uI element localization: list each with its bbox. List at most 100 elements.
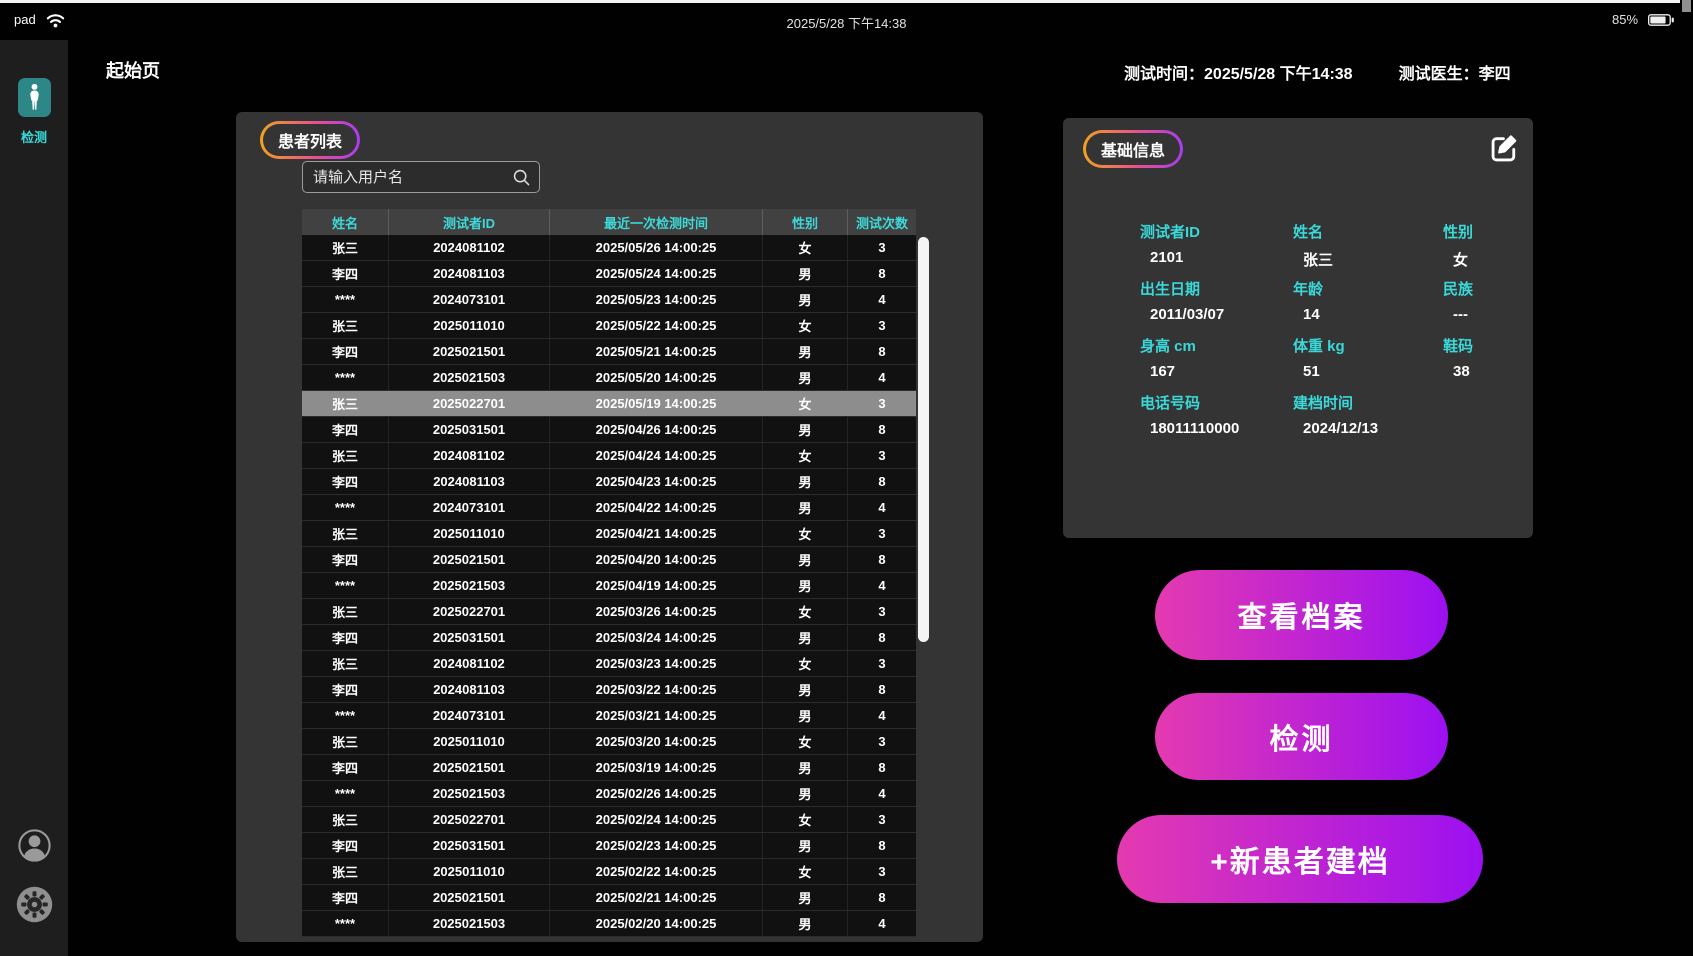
- detect-button[interactable]: 检测: [1155, 693, 1448, 780]
- patient-list-title: 患者列表: [263, 124, 357, 156]
- table-row[interactable]: 李四20250315012025/04/26 14:00:25男8: [302, 417, 916, 443]
- table-cell: 女: [763, 391, 848, 416]
- table-cell: 女: [763, 807, 848, 832]
- table-row[interactable]: 李四20240811032025/05/24 14:00:25男8: [302, 261, 916, 287]
- table-cell: ****: [302, 573, 389, 598]
- battery-percent: 85%: [1612, 12, 1638, 27]
- table-row[interactable]: 李四20250315012025/03/24 14:00:25男8: [302, 625, 916, 651]
- column-header[interactable]: 姓名: [302, 209, 389, 235]
- column-header[interactable]: 测试次数: [848, 209, 916, 235]
- table-cell: 2025011010: [389, 729, 550, 754]
- table-cell: 2025/05/26 14:00:25: [550, 235, 763, 260]
- table-row[interactable]: 张三20240811022025/04/24 14:00:25女3: [302, 443, 916, 469]
- table-cell: 张三: [302, 807, 389, 832]
- info-field: 体重 kg51: [1293, 335, 1443, 378]
- table-row[interactable]: 张三20250110102025/03/20 14:00:25女3: [302, 729, 916, 755]
- new-patient-button[interactable]: +新患者建档: [1117, 815, 1483, 903]
- table-row[interactable]: 张三20250110102025/04/21 14:00:25女3: [302, 521, 916, 547]
- table-row[interactable]: 李四20240811032025/03/22 14:00:25男8: [302, 677, 916, 703]
- table-row[interactable]: 张三20250110102025/02/22 14:00:25女3: [302, 859, 916, 885]
- table-cell: 2025/03/20 14:00:25: [550, 729, 763, 754]
- table-cell: 8: [848, 339, 916, 364]
- table-row[interactable]: 李四20250215012025/03/19 14:00:25男8: [302, 755, 916, 781]
- table-cell: 8: [848, 261, 916, 286]
- table-row[interactable]: 张三20250227012025/02/24 14:00:25女3: [302, 807, 916, 833]
- sidebar-item-detect[interactable]: 检测: [0, 78, 68, 146]
- table-cell: 2025/02/20 14:00:25: [550, 911, 763, 936]
- search-input[interactable]: [302, 161, 540, 193]
- table-cell: 3: [848, 599, 916, 624]
- table-row[interactable]: 李四20250215012025/04/20 14:00:25男8: [302, 547, 916, 573]
- table-cell: 2025031501: [389, 833, 550, 858]
- edit-profile-button[interactable]: [1487, 132, 1525, 163]
- table-cell: 2025021503: [389, 573, 550, 598]
- table-cell: 男: [763, 703, 848, 728]
- table-cell: 4: [848, 911, 916, 936]
- table-row[interactable]: 张三20250227012025/03/26 14:00:25女3: [302, 599, 916, 625]
- table-cell: 2025021501: [389, 755, 550, 780]
- table-cell: 8: [848, 833, 916, 858]
- table-cell: 男: [763, 885, 848, 910]
- info-field-label: 体重 kg: [1293, 335, 1443, 356]
- table-row[interactable]: ****20250215032025/05/20 14:00:25男4: [302, 365, 916, 391]
- table-row[interactable]: 李四20240811032025/04/23 14:00:25男8: [302, 469, 916, 495]
- table-row[interactable]: ****20240731012025/05/23 14:00:25男4: [302, 287, 916, 313]
- table-cell: 2024081103: [389, 677, 550, 702]
- table-cell: 2025/03/21 14:00:25: [550, 703, 763, 728]
- info-field-label: 建档时间: [1293, 392, 1443, 413]
- table-cell: 2025/04/19 14:00:25: [550, 573, 763, 598]
- column-header[interactable]: 最近一次检测时间: [550, 209, 763, 235]
- table-cell: 男: [763, 365, 848, 390]
- table-cell: 2025/03/23 14:00:25: [550, 651, 763, 676]
- table-cell: 男: [763, 495, 848, 520]
- table-row[interactable]: ****20250215032025/04/19 14:00:25男4: [302, 573, 916, 599]
- table-cell: 2025021503: [389, 781, 550, 806]
- table-cell: 8: [848, 417, 916, 442]
- info-field-value: 2101: [1140, 249, 1293, 266]
- table-row[interactable]: 张三20250110102025/05/22 14:00:25女3: [302, 313, 916, 339]
- view-archive-button[interactable]: 查看档案: [1155, 570, 1448, 660]
- table-cell: 2025031501: [389, 417, 550, 442]
- column-header[interactable]: 性别: [763, 209, 848, 235]
- table-cell: 2025/02/26 14:00:25: [550, 781, 763, 806]
- info-field: 民族---: [1443, 278, 1533, 321]
- info-field-value: 14: [1293, 306, 1443, 323]
- table-row[interactable]: 李四20250215012025/02/21 14:00:25男8: [302, 885, 916, 911]
- table-cell: 3: [848, 729, 916, 754]
- table-cell: 2025/03/22 14:00:25: [550, 677, 763, 702]
- table-cell: 2025/05/19 14:00:25: [550, 391, 763, 416]
- table-cell: 2025021503: [389, 365, 550, 390]
- table-cell: 8: [848, 755, 916, 780]
- test-time: 测试时间：2025/5/28 下午14:38: [1124, 60, 1353, 84]
- table-row[interactable]: ****20250215032025/02/26 14:00:25男4: [302, 781, 916, 807]
- table-cell: 3: [848, 807, 916, 832]
- table-row[interactable]: 张三20250227012025/05/19 14:00:25女3: [302, 391, 916, 417]
- table-cell: 2024081103: [389, 261, 550, 286]
- table-cell: 张三: [302, 599, 389, 624]
- table-row[interactable]: 张三20240811022025/05/26 14:00:25女3: [302, 235, 916, 261]
- table-cell: 2024081102: [389, 443, 550, 468]
- user-profile-button[interactable]: [17, 828, 52, 863]
- table-scrollbar[interactable]: [918, 237, 929, 642]
- table-cell: 3: [848, 313, 916, 338]
- table-row[interactable]: 李四20250315012025/02/23 14:00:25男8: [302, 833, 916, 859]
- table-cell: 李四: [302, 417, 389, 442]
- table-cell: 男: [763, 547, 848, 572]
- table-row[interactable]: ****20240731012025/04/22 14:00:25男4: [302, 495, 916, 521]
- column-header[interactable]: 测试者ID: [389, 209, 550, 235]
- info-field: 年龄14: [1293, 278, 1443, 321]
- table-row[interactable]: ****20250215032025/02/20 14:00:25男4: [302, 911, 916, 937]
- table-row[interactable]: 张三20240811022025/03/23 14:00:25女3: [302, 651, 916, 677]
- table-row[interactable]: ****20240731012025/03/21 14:00:25男4: [302, 703, 916, 729]
- table-cell: 2025022701: [389, 391, 550, 416]
- info-field-value: 2011/03/07: [1140, 306, 1293, 323]
- basic-info-title-pill: 基础信息: [1083, 130, 1183, 168]
- table-cell: 男: [763, 755, 848, 780]
- settings-gear-button[interactable]: [16, 886, 53, 923]
- window-top-edge: [0, 0, 1680, 3]
- table-row[interactable]: 李四20250215012025/05/21 14:00:25男8: [302, 339, 916, 365]
- test-time-label: 测试时间：: [1124, 66, 1204, 83]
- info-field: 建档时间2024/12/13: [1293, 392, 1443, 435]
- table-cell: 2025/04/24 14:00:25: [550, 443, 763, 468]
- table-cell: 2025/03/19 14:00:25: [550, 755, 763, 780]
